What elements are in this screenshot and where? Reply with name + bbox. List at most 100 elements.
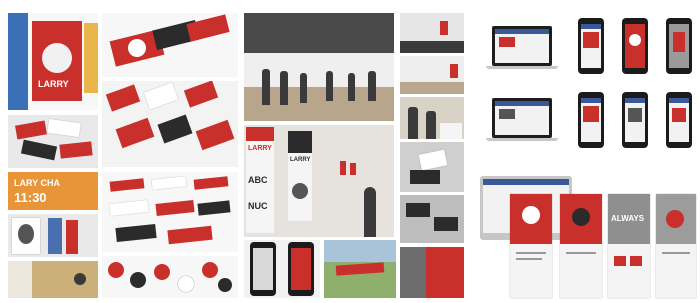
text-line [662,252,690,254]
photo-gallery-wall [400,13,464,53]
photo-hand-card [400,142,464,192]
visitor-figure [262,69,270,105]
laptop-base [486,138,558,141]
pin-button [108,262,124,278]
wall-frame [350,163,356,175]
app-bar [581,98,601,103]
event-card-line1: LARY CHA [14,178,61,188]
pin-button [154,264,170,280]
blue-banner [8,13,28,110]
poster-footer: NUC [248,201,268,211]
photo-card-stack [102,13,238,77]
portrait-card [12,218,40,254]
laptop-mockup [486,26,558,74]
phone-screen [625,98,645,142]
face-graphic [629,34,641,46]
portrait-graphic [292,183,308,199]
browser-bar [495,29,549,34]
wall-frame [340,161,346,175]
red-card [105,84,141,112]
phone-screen [253,248,273,290]
phone-mockup [578,18,604,74]
pin-button [130,272,146,288]
laptop-base [486,66,558,69]
email-mockup-3: ALWAYS [608,194,650,298]
floor [400,41,464,53]
laptop-display [495,101,549,135]
email-hero [656,194,696,244]
red-card [167,225,213,245]
red-card [183,81,219,108]
cover-graphic [672,108,686,122]
visitor-figure [408,107,418,139]
white-card [109,200,149,216]
visitor-figure [348,73,355,101]
phone-screen [669,24,689,68]
white-card [143,82,179,110]
phone-mockup [666,18,692,74]
browser-bar [495,101,549,106]
phone-screen [581,98,601,142]
photo-card-rows [102,172,238,252]
portrait-graphic [18,224,34,244]
browser-bar [483,179,569,185]
phone-screen [291,248,311,290]
phone-screen [581,24,601,68]
photo-reception [400,97,464,139]
poster-banner: LARRY [288,131,312,221]
cover-graphic [583,106,599,122]
cover-graphic [499,37,515,47]
email-thumb [630,256,642,266]
app-bar [625,98,645,103]
dark-object [410,170,440,184]
dark-card [197,200,231,216]
red-card [15,120,47,140]
photo-exhibit-posters: LARRY ABC NUC LARRY [244,125,394,237]
phone-screen [669,98,689,142]
photo-red-sign [400,247,464,298]
photo-gallery-event [244,13,394,121]
phone-mockup [622,92,648,148]
visitor-figure [426,111,436,139]
red-poster: LARRY [32,21,82,101]
phone-mockup [622,18,648,74]
pin-button [178,276,194,292]
banner-top [288,131,312,153]
red-sign [426,247,464,298]
wall-frame [450,64,458,78]
photo-poster-table: LARRY [8,13,98,110]
dark-card [115,223,157,243]
laptop-screen [492,26,552,66]
dark-card [157,114,193,144]
red-card [59,141,93,159]
poster-title: LARRY [290,157,311,163]
photo-outdoor-banner [324,240,396,298]
visitor-figure [280,71,288,105]
photo-phone-app [244,240,320,298]
photo-dark-cards [400,195,464,243]
laptop-display [495,29,549,63]
visitor-figure [300,73,307,103]
yellow-flyer [84,23,98,93]
face-graphic [572,208,590,226]
event-card-time: 11:30 [14,190,47,205]
laptop-mockup [486,98,558,146]
card-face-graphic [126,37,148,59]
poster-face-graphic [42,43,72,73]
email-mockup-1 [510,194,552,298]
wall-object [74,273,86,285]
red-card [109,178,145,192]
email-hero: ALWAYS [608,194,650,244]
poster-header [246,127,274,141]
cover-graphic [628,108,642,122]
poster-standee: LARRY ABC NUC [246,127,274,233]
photo-business-cards-mix [8,115,98,168]
visitor-figure [364,187,376,237]
wall [8,261,32,298]
gallery-ceiling [244,13,394,53]
red-card [195,119,235,151]
phone-device [250,242,276,296]
poster-letters: ABC [248,175,268,185]
text-line [516,258,542,260]
email-mockup-2 [560,194,602,298]
